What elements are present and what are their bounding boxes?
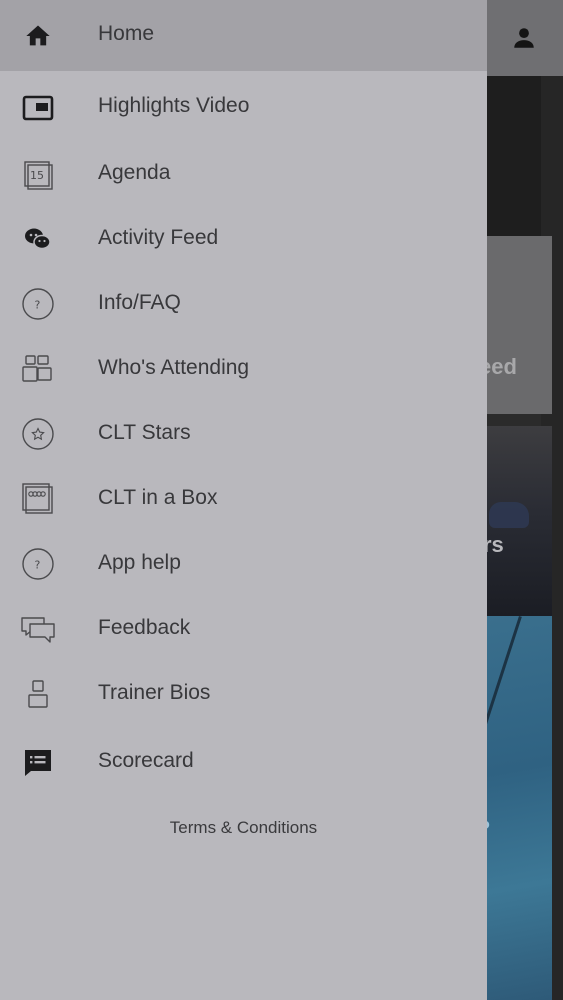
- star-circle-icon: [18, 414, 58, 454]
- person-outline-icon: [18, 674, 58, 714]
- menu-item-activity-feed[interactable]: Activity Feed: [0, 210, 487, 270]
- background-panel: [487, 76, 541, 236]
- navigation-drawer: Home Highlights Video 15 Agenda Activity…: [0, 0, 487, 1000]
- menu-item-label: CLT Stars: [98, 421, 191, 444]
- menu-item-label: Who's Attending: [98, 356, 250, 379]
- menu-item-label: Activity Feed: [98, 226, 219, 249]
- feedback-icon: [18, 610, 58, 650]
- car-image: [489, 502, 529, 528]
- chat-bubbles-icon: [18, 219, 58, 259]
- menu-item-clt-in-a-box[interactable]: CLT in a Box: [0, 470, 487, 530]
- menu-item-app-help[interactable]: ? App help: [0, 535, 487, 595]
- question-circle-icon: ?: [18, 284, 58, 324]
- menu-item-scorecard[interactable]: Scorecard: [0, 733, 487, 793]
- menu-item-whos-attending[interactable]: Who's Attending: [0, 340, 487, 400]
- menu-item-label: Feedback: [98, 616, 191, 639]
- menu-item-home[interactable]: Home: [0, 0, 487, 71]
- svg-text:15: 15: [30, 169, 44, 182]
- menu-item-label: App help: [98, 551, 181, 574]
- svg-text:?: ?: [35, 559, 41, 572]
- tile-label: rs: [487, 532, 504, 557]
- terms-and-conditions-link[interactable]: Terms & Conditions: [0, 818, 487, 838]
- menu-item-highlights-video[interactable]: Highlights Video: [0, 78, 487, 138]
- promo-tile[interactable]: ?: [487, 616, 552, 1000]
- tile-label: eed: [487, 354, 517, 379]
- tile-image: [487, 616, 522, 808]
- menu-item-clt-stars[interactable]: CLT Stars: [0, 405, 487, 465]
- tile-label: ?: [487, 816, 490, 842]
- menu-item-label: Agenda: [98, 161, 171, 184]
- question-circle-icon: ?: [18, 544, 58, 584]
- clt-stars-tile[interactable]: rs: [487, 426, 552, 616]
- profile-button[interactable]: [500, 16, 548, 60]
- app-screen: eed rs ? Home Highlights Video 15 Agenda: [0, 0, 563, 1000]
- svg-text:?: ?: [35, 299, 41, 312]
- scorecard-icon: [18, 743, 58, 783]
- video-icon: [18, 88, 58, 128]
- menu-item-label: Highlights Video: [98, 94, 250, 117]
- menu-item-label: CLT in a Box: [98, 486, 218, 509]
- menu-item-info-faq[interactable]: ? Info/FAQ: [0, 275, 487, 335]
- menu-item-label: Home: [98, 22, 155, 45]
- activity-feed-tile[interactable]: eed: [487, 236, 552, 414]
- menu-item-agenda[interactable]: 15 Agenda: [0, 145, 487, 205]
- calendar-icon: 15: [18, 155, 58, 195]
- menu-item-label: Trainer Bios: [98, 681, 211, 704]
- menu-item-trainer-bios[interactable]: Trainer Bios: [0, 665, 487, 725]
- user-icon: [514, 28, 534, 48]
- menu-item-label: Scorecard: [98, 749, 194, 772]
- people-icon: [18, 349, 58, 389]
- box-icon: [18, 479, 58, 519]
- menu-item-label: Info/FAQ: [98, 291, 181, 314]
- menu-item-feedback[interactable]: Feedback: [0, 600, 487, 660]
- home-icon: [18, 16, 58, 56]
